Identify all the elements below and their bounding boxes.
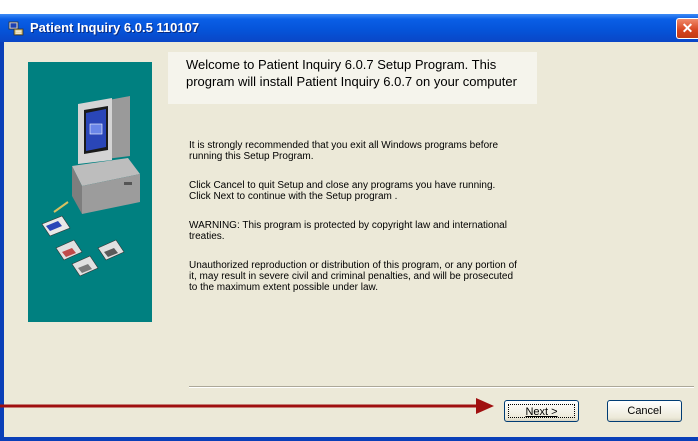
welcome-heading: Welcome to Patient Inquiry 6.0.7 Setup P… (186, 57, 517, 89)
button-divider (189, 386, 694, 388)
next-button[interactable]: Next > (504, 400, 579, 422)
copyright-warning-text: WARNING: This program is protected by co… (189, 220, 507, 242)
title-bar[interactable]: Patient Inquiry 6.0.5 110107 ✕ (0, 14, 698, 42)
unauthorized-use-text: Unauthorized reproduction or distributio… (189, 260, 517, 293)
welcome-banner: Welcome to Patient Inquiry 6.0.7 Setup P… (168, 52, 537, 104)
instructions-text: Click Cancel to quit Setup and close any… (189, 180, 496, 202)
dialog-client-area: Welcome to Patient Inquiry 6.0.7 Setup P… (4, 42, 698, 437)
setup-window: Patient Inquiry 6.0.5 110107 ✕ Welcome t… (0, 14, 698, 441)
close-button[interactable]: ✕ (676, 18, 698, 39)
setup-illustration-panel (28, 62, 152, 322)
cancel-button[interactable]: Cancel (607, 400, 682, 422)
setup-app-icon (8, 21, 24, 36)
close-icon: ✕ (681, 20, 694, 36)
computer-illustration (41, 96, 140, 277)
next-button-focus: Next > (508, 404, 575, 418)
window-title: Patient Inquiry 6.0.5 110107 (30, 20, 200, 35)
next-button-label: Next > (525, 406, 558, 418)
recommendation-text: It is strongly recommended that you exit… (189, 140, 499, 162)
cancel-button-label: Cancel (627, 405, 662, 417)
